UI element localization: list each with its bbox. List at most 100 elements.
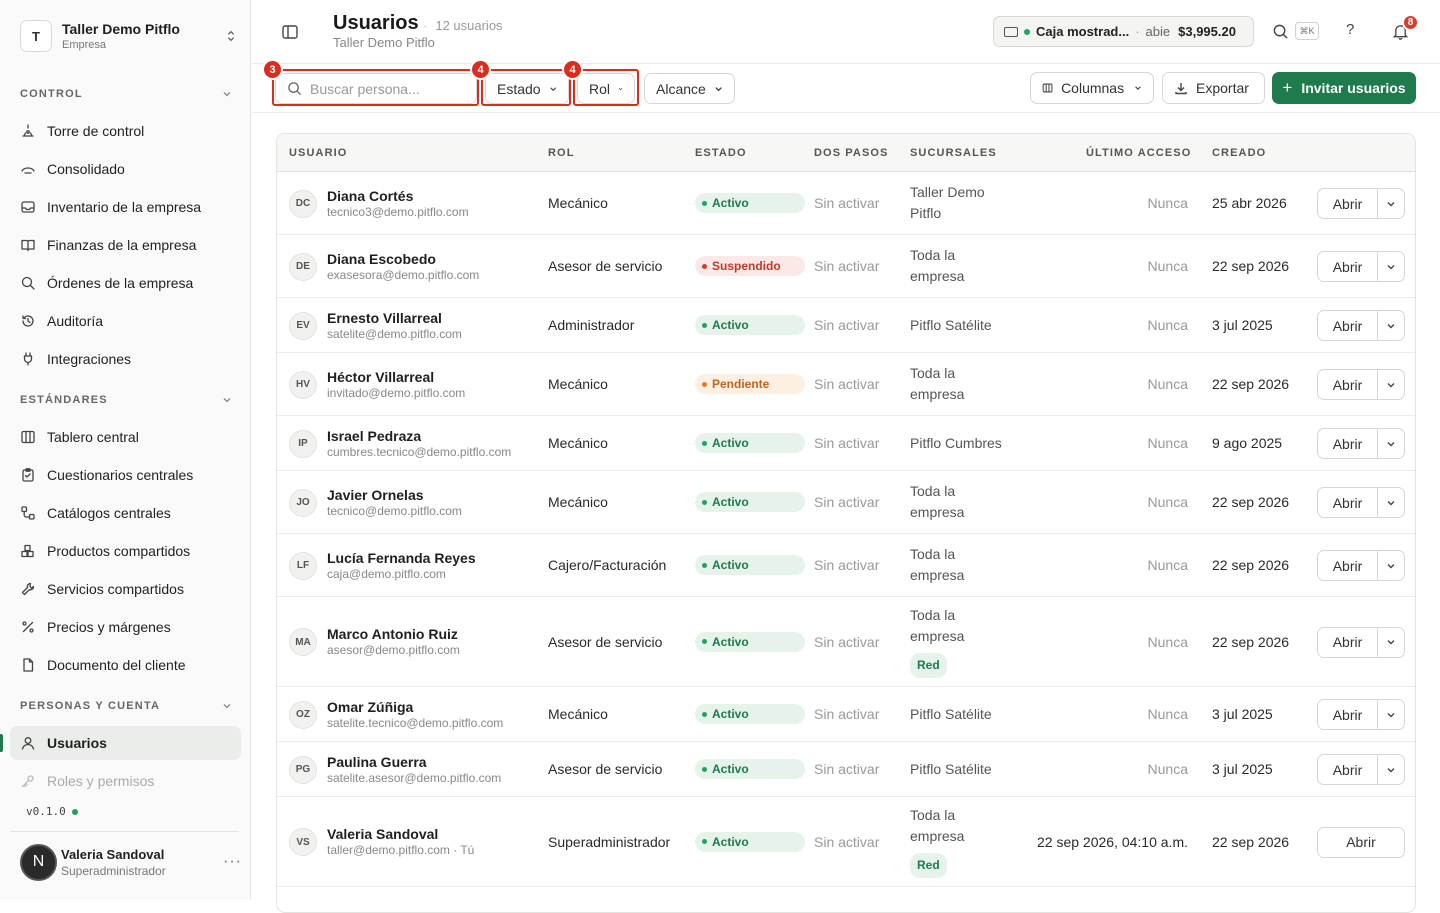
table-row[interactable]: EV Ernesto Villarreal satelite@demo.pitflo… (277, 298, 1415, 353)
sidebar-item-catalogos-centrales[interactable]: Catálogos centrales (10, 496, 241, 530)
open-user-button[interactable]: Abrir (1318, 551, 1377, 580)
open-user-button[interactable]: Abrir (1318, 755, 1377, 784)
chevron-down-icon (1387, 441, 1395, 446)
user-name[interactable]: Valeria Sandoval (327, 826, 537, 842)
key-icon (21, 775, 34, 788)
branch-line: Taller Demo (910, 184, 985, 200)
sidebar-item-ordenes-de-la-empresa[interactable]: Órdenes de la empresa (10, 266, 241, 300)
table-row[interactable]: VS Valeria Sandoval taller@demo.pitflo.com… (277, 797, 1415, 887)
row-actions-button[interactable] (1377, 252, 1404, 281)
row-actions-button[interactable] (1377, 488, 1404, 517)
branches-cell: Toda la empresa (910, 534, 1030, 596)
sidebar-item-label: Cuestionarios centrales (47, 467, 194, 483)
version-label: v0.1.0 (26, 805, 66, 818)
user-name[interactable]: Lucía Fernanda Reyes (327, 550, 537, 566)
scope-filter[interactable]: Alcance (644, 73, 735, 104)
table-row[interactable]: IP Israel Pedraza cumbres.tecnico@demo.pit… (277, 416, 1415, 471)
open-user-button[interactable]: Abrir (1318, 488, 1377, 517)
table-row[interactable]: PG Paulina Guerra satelite.asesor@demo.pit… (277, 742, 1415, 797)
user-cell: Israel Pedraza cumbres.tecnico@demo.pitfl… (327, 416, 537, 470)
col-header-user[interactable]: USUARIO (289, 147, 347, 159)
user-name[interactable]: Paulina Guerra (327, 754, 537, 770)
sidebar-item-consolidado[interactable]: Consolidado (10, 152, 241, 186)
col-header-created[interactable]: CREADO (1212, 147, 1266, 159)
sidebar-item-cuestionarios-centrales[interactable]: Cuestionarios centrales (10, 458, 241, 492)
sidebar-item-inventario-de-la-empresa[interactable]: Inventario de la empresa (10, 190, 241, 224)
table-row[interactable]: LF Lucía Fernanda Reyes caja@demo.pitflo.c… (277, 534, 1415, 597)
header-divider (252, 63, 1440, 64)
col-header-branches[interactable]: SUCURSALES (910, 147, 997, 159)
sidebar-item-label: Precios y márgenes (47, 619, 171, 635)
sidebar-item-torre-de-control[interactable]: Torre de control (10, 114, 241, 148)
nav-section-header[interactable]: ESTÁNDARES (20, 394, 232, 406)
open-button-group: Abrir (1317, 310, 1405, 341)
more-icon[interactable]: ··· (223, 853, 242, 871)
user-name[interactable]: Omar Zúñiga (327, 699, 537, 715)
branches-cell: Toda la empresa Red (910, 797, 1030, 886)
help-icon[interactable]: ? (1346, 21, 1354, 38)
row-actions-button[interactable] (1377, 311, 1404, 340)
sidebar-item-servicios-compartidos[interactable]: Servicios compartidos (10, 572, 241, 606)
col-header-last-access[interactable]: ÚLTIMO ACCESO (1086, 147, 1191, 159)
row-actions-button[interactable] (1377, 189, 1404, 218)
open-user-button[interactable]: Abrir (1318, 311, 1377, 340)
user-name[interactable]: Héctor Villarreal (327, 369, 537, 385)
open-user-button[interactable]: Abrir (1318, 429, 1377, 458)
user-name[interactable]: Ernesto Villarreal (327, 310, 537, 326)
user-name[interactable]: Diana Escobedo (327, 251, 537, 267)
table-row[interactable]: DE Diana Escobedo exasesora@demo.pitflo.co… (277, 235, 1415, 298)
open-user-button[interactable]: Abrir (1318, 628, 1377, 657)
chevron-down-icon (1387, 323, 1395, 328)
user-name[interactable]: Javier Ornelas (327, 487, 537, 503)
table-row[interactable]: DC Diana Cortés tecnico3@demo.pitflo.com Me… (277, 172, 1415, 235)
created-date: 22 sep 2026 (1212, 258, 1290, 274)
sidebar-item-productos-compartidos[interactable]: Productos compartidos (10, 534, 241, 568)
user-name[interactable]: Marco Antonio Ruiz (327, 626, 537, 642)
invite-users-button[interactable]: + Invitar usuarios (1272, 72, 1416, 104)
open-user-button[interactable]: Abrir (1318, 370, 1377, 399)
row-actions-button[interactable] (1377, 700, 1404, 729)
row-actions-button[interactable] (1377, 370, 1404, 399)
user-name[interactable]: Diana Cortés (327, 188, 537, 204)
sidebar-item-integraciones[interactable]: Integraciones (10, 342, 241, 376)
open-user-button[interactable]: Abrir (1318, 700, 1377, 729)
two-step-status: Sin activar (814, 317, 880, 333)
sidebar-item-precios-y-margenes[interactable]: Precios y márgenes (10, 610, 241, 644)
row-actions-button[interactable] (1377, 551, 1404, 580)
open-user-button[interactable]: Abrir (1318, 189, 1377, 218)
cash-separator: · (1135, 24, 1140, 39)
user-cell: Diana Escobedo exasesora@demo.pitflo.com (327, 235, 537, 297)
sidebar-item-tablero-central[interactable]: Tablero central (10, 420, 241, 454)
open-user-button[interactable]: Abrir (1318, 252, 1377, 281)
nav-section-header[interactable]: CONTROL (20, 88, 232, 100)
sidebar-item-finanzas-de-la-empresa[interactable]: Finanzas de la empresa (10, 228, 241, 262)
current-user[interactable]: N Valeria Sandoval Superadministrador ··… (20, 843, 242, 881)
search-icon[interactable] (1272, 23, 1289, 40)
row-actions-button[interactable] (1377, 627, 1404, 657)
sidebar-item-auditoria[interactable]: Auditoría (10, 304, 241, 338)
table-row[interactable]: OZ Omar Zúñiga satelite.tecnico@demo.pitfl… (277, 687, 1415, 742)
org-switcher[interactable]: T Taller Demo Pitflo Empresa (20, 18, 240, 54)
sidebar-toggle-icon[interactable] (281, 23, 299, 41)
sidebar-item-documento-del-cliente[interactable]: Documento del cliente (10, 648, 241, 682)
col-header-two-step[interactable]: DOS PASOS (814, 147, 889, 159)
two-step-status: Sin activar (814, 195, 880, 211)
sidebar-item-usuarios[interactable]: Usuarios (10, 726, 241, 760)
user-name[interactable]: Israel Pedraza (327, 428, 537, 444)
table-row[interactable]: MA Marco Antonio Ruiz asesor@demo.pitflo.c… (277, 597, 1415, 687)
user-email: satelite.tecnico@demo.pitflo.com (327, 715, 504, 730)
cash-register-button[interactable]: Caja mostrad... · abie $3,995.20 (993, 16, 1254, 47)
col-header-status[interactable]: ESTADO (695, 147, 747, 159)
export-button[interactable]: Exportar (1162, 72, 1265, 104)
row-actions-button[interactable] (1377, 429, 1404, 458)
columns-button[interactable]: Columnas (1030, 72, 1154, 104)
row-actions-button[interactable] (1377, 755, 1404, 784)
table-row[interactable]: JO Javier Ornelas tecnico@demo.pitflo.com M… (277, 471, 1415, 534)
col-header-role[interactable]: ROL (548, 147, 575, 159)
open-user-button[interactable]: Abrir (1317, 826, 1405, 858)
nav-section-header[interactable]: PERSONAS Y CUENTA (20, 700, 232, 712)
table-row[interactable]: HV Héctor Villarreal invitado@demo.pitflo.… (277, 353, 1415, 416)
branch-line: Pitflo (910, 205, 942, 221)
sidebar-item-roles-y-permisos[interactable]: Roles y permisos (10, 764, 241, 798)
users-table: USUARIO ROL ESTADO DOS PASOS SUCURSALES … (276, 133, 1416, 913)
